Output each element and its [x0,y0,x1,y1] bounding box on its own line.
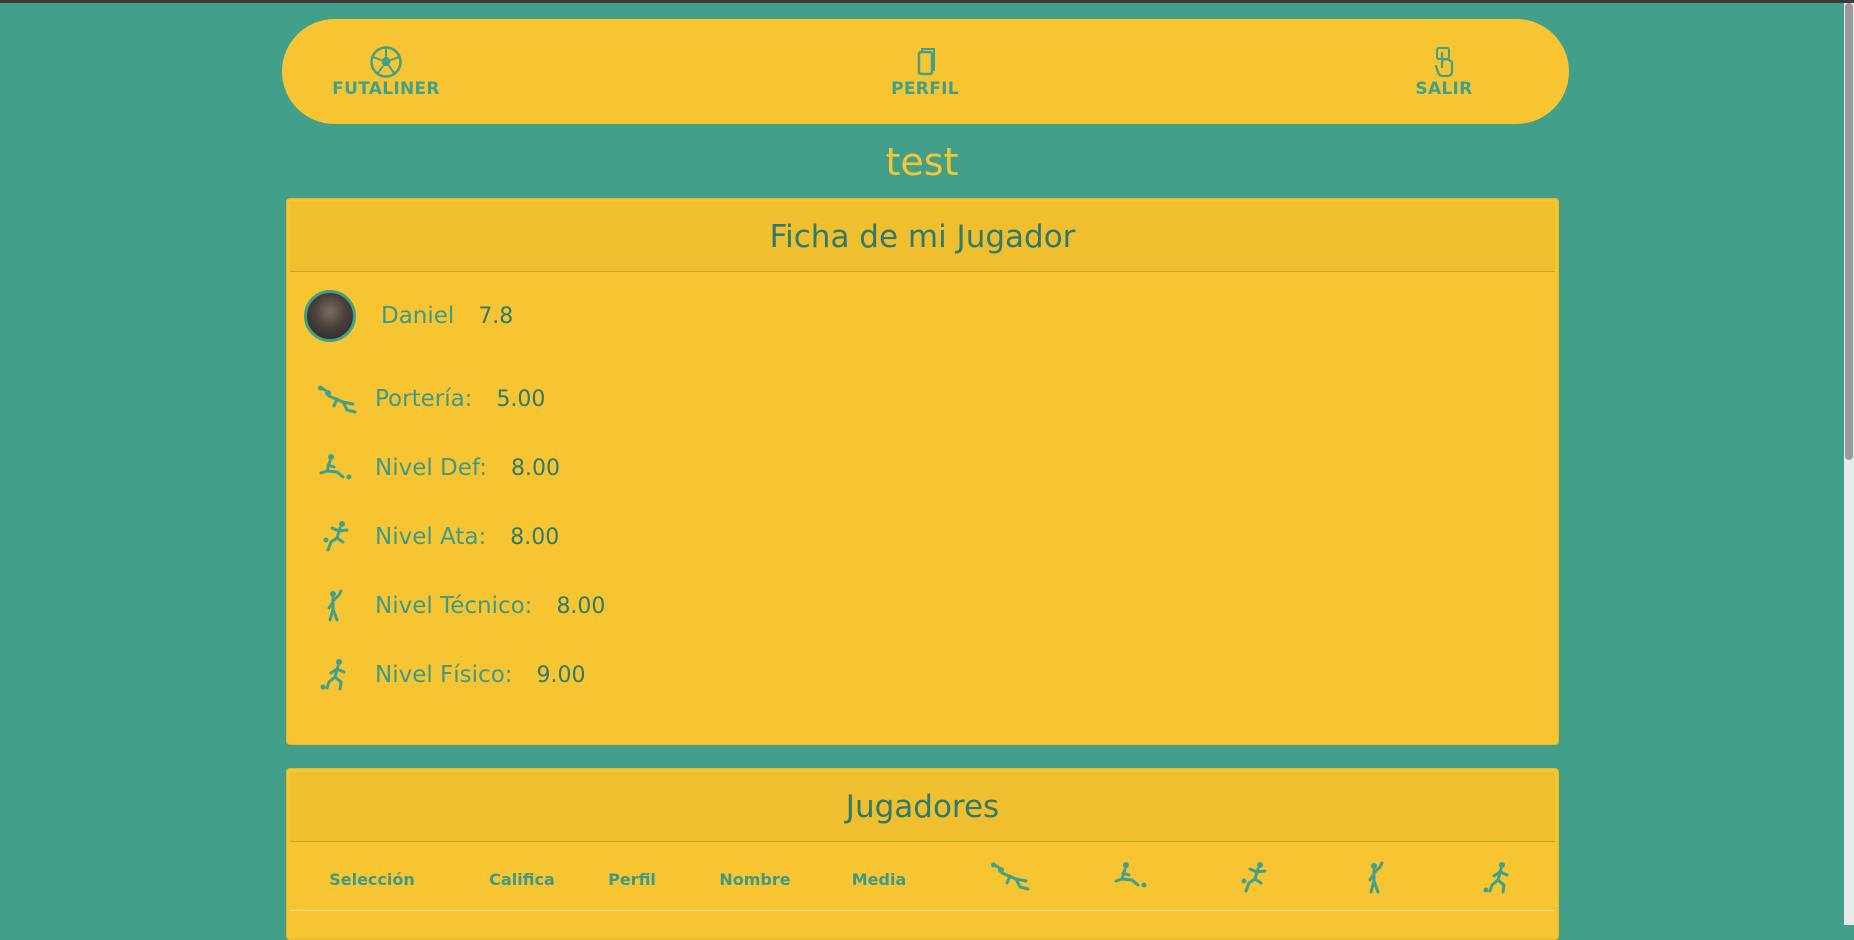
attacker-kick-icon [317,517,361,557]
player-card: Ficha de mi Jugador Daniel 7.8 Portería:… [286,198,1559,745]
nav-salir-label: SALIR [1415,79,1473,99]
stat-label: Nivel Técnico: [375,593,533,619]
nav-futaliner-label: FUTALINER [332,79,440,99]
stat-label: Portería: [375,386,473,412]
player-average: 7.8 [478,303,514,329]
runner-ball-icon [317,655,361,695]
stat-value: 5.00 [496,386,546,412]
stat-nivel-def: Nivel Def: 8.00 [317,448,560,488]
goalkeeper-dive-icon[interactable] [990,861,1030,895]
defender-tackle-icon [317,448,361,488]
nav-salir[interactable]: SALIR [1384,45,1504,99]
vertical-scrollbar[interactable] [1844,3,1854,925]
players-card: Jugadores Selección Califica Perfil Nomb… [286,768,1559,940]
technique-player-icon [317,586,361,626]
stat-value: 8.00 [556,593,606,619]
column-header-perfil[interactable]: Perfil [597,870,667,889]
column-header-seleccion[interactable]: Selección [322,870,422,889]
stat-porteria: Portería: 5.00 [317,379,545,419]
window-top-edge [0,0,1854,3]
player-card-header: Ficha de mi Jugador [290,202,1555,272]
stat-nivel-tecnico: Nivel Técnico: 8.00 [317,586,605,626]
runner-ball-icon[interactable] [1480,861,1520,899]
column-header-califica[interactable]: Califica [477,870,567,889]
stat-value: 8.00 [510,524,560,550]
player-summary: Daniel 7.8 [304,290,513,342]
nav-futaliner[interactable]: FUTALINER [326,45,446,99]
player-name: Daniel [381,303,455,329]
stat-value: 8.00 [510,455,560,481]
nav-perfil-label: PERFIL [891,79,959,99]
stat-label: Nivel Ata: [375,524,487,550]
players-card-header: Jugadores [290,772,1555,842]
stat-nivel-ata: Nivel Ata: 8.00 [317,517,559,557]
phone-card-icon [917,48,935,76]
goalkeeper-dive-icon [317,379,361,419]
column-header-nombre[interactable]: Nombre [710,870,800,889]
stat-value: 9.00 [536,662,586,688]
avatar[interactable] [304,290,356,342]
technique-player-icon[interactable] [1358,861,1398,899]
top-navbar: FUTALINER PERFIL SALIR [282,19,1569,124]
hand-pointer-icon [1434,47,1454,78]
defender-tackle-icon[interactable] [1112,861,1152,895]
stat-nivel-fisico: Nivel Físico: 9.00 [317,655,586,695]
page-title: test [885,140,959,184]
column-header-media[interactable]: Media [839,870,919,889]
scrollbar-thumb[interactable] [1845,3,1853,460]
players-table-header: Selección Califica Perfil Nombre Media [290,845,1555,911]
nav-perfil[interactable]: PERFIL [865,45,985,99]
soccer-ball-icon [370,46,402,78]
stat-label: Nivel Físico: [375,662,513,688]
attacker-kick-icon[interactable] [1235,861,1275,899]
stat-label: Nivel Def: [375,455,487,481]
